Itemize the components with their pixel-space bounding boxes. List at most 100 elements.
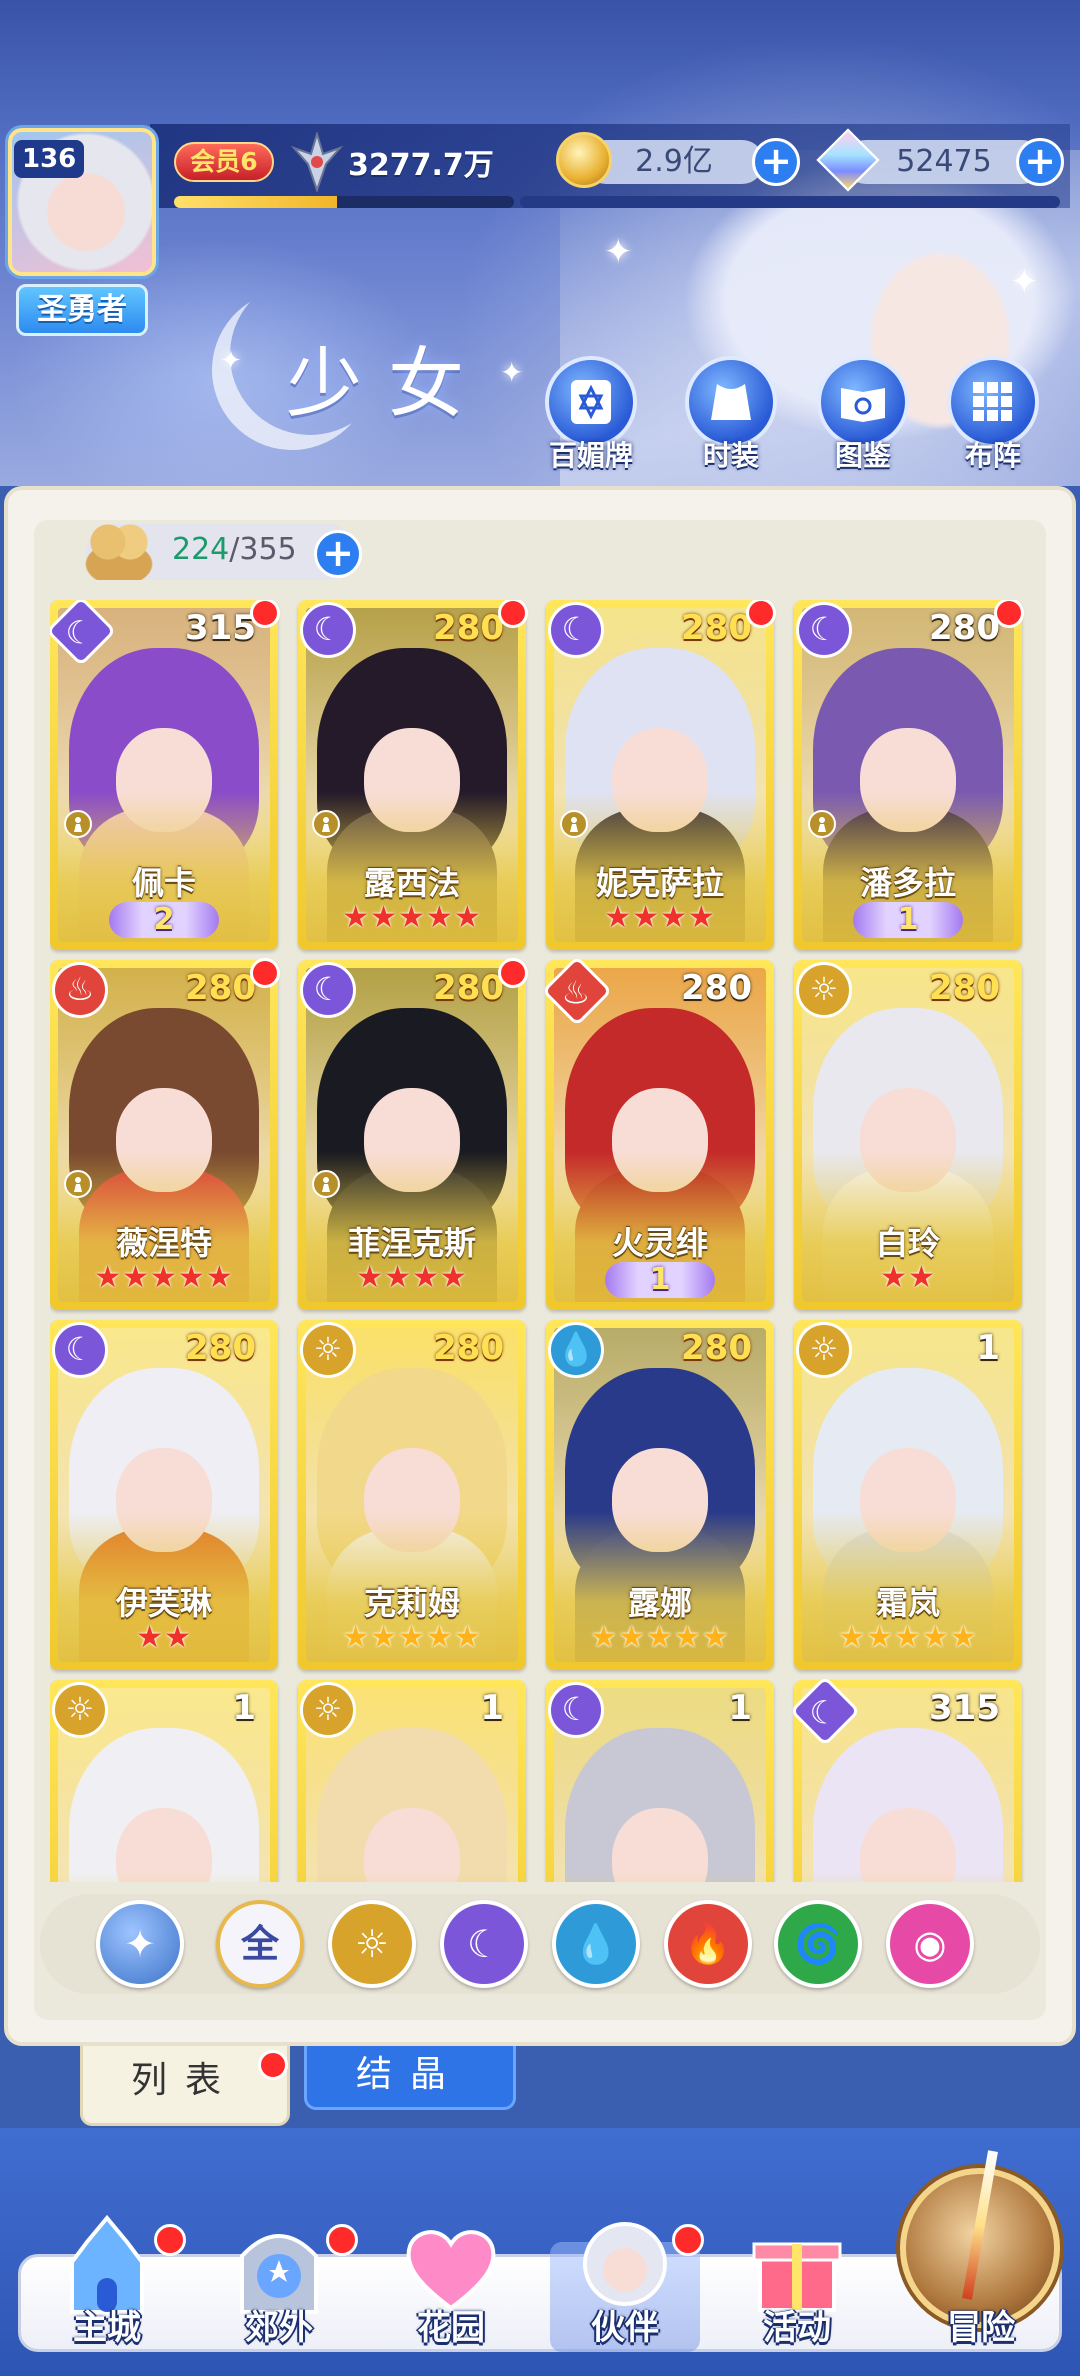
add-gems-button[interactable]: + <box>1016 138 1064 186</box>
all-filter-icon[interactable]: 全 <box>216 1900 304 1988</box>
menu-label: 时装 <box>702 439 759 472</box>
star-rating: ★★★★★ <box>590 1620 730 1655</box>
vip-badge[interactable]: 会员6 <box>174 142 274 182</box>
character-level: 280 <box>185 1328 256 1368</box>
awaken-wing-badge: 1 <box>605 1262 715 1298</box>
character-level: 280 <box>433 968 504 1008</box>
fire-element-icon[interactable]: 🔥 <box>664 1900 752 1988</box>
chess-pawn-icon <box>312 810 340 840</box>
fire-element-icon: ♨ <box>52 962 108 1018</box>
nav-item-castle[interactable]: 主城 <box>22 2200 192 2360</box>
chess-pawn-icon <box>312 1170 340 1200</box>
character-card[interactable]: ☼ 280 克莉姆 ★★★★★ <box>298 1320 526 1670</box>
menu-formation-button[interactable]: 布阵 <box>938 356 1048 484</box>
wind-element-icon[interactable]: 🌀 <box>774 1900 862 1988</box>
sword-power-icon <box>290 132 344 192</box>
sparkle-icon: ✦ <box>220 346 242 376</box>
awaken-wing-badge: 2 <box>109 902 219 938</box>
chess-pawn-icon <box>64 1170 92 1200</box>
element-symbol: ☾ <box>809 1693 838 1732</box>
player-title-badge[interactable]: 圣勇者 <box>16 284 148 336</box>
menu-hexagram-card-button[interactable]: 百媚牌 <box>536 356 646 484</box>
character-card[interactable]: ♨ 280 火灵绯 1 <box>541 955 774 1310</box>
page-title: 少女 <box>286 339 490 428</box>
nav-item-partner-avatar[interactable]: 伙伴 <box>540 2200 710 2360</box>
character-name: 薇涅特 <box>115 1224 212 1262</box>
character-level: 1 <box>728 1688 752 1728</box>
character-level: 280 <box>929 968 1000 1008</box>
character-card[interactable]: ☾ 280 菲涅克斯 ★★★★ <box>298 958 528 1310</box>
nav-label: 郊外 <box>245 2308 313 2348</box>
character-card[interactable]: ☾ 315 佩卡 2 <box>50 600 280 950</box>
character-grid[interactable]: ☾ 315 佩卡 2 ☾ 280 露西法 ★★★★★ ☾ 280 妮克萨拉 ★★★★ ☾ 280 潘多拉 1 ♨… <box>50 600 1030 1882</box>
adventure-button-label[interactable]: 冒险 <box>906 2300 1056 2349</box>
nav-item-portal[interactable]: 郊外 <box>194 2200 364 2360</box>
element-symbol: ☾ <box>313 970 343 1008</box>
element-symbol: 💧 <box>556 1330 596 1368</box>
star-rating: ★★★★★ <box>838 1620 978 1655</box>
character-card[interactable]: ☾ 315 <box>789 1675 1022 1882</box>
character-card[interactable]: ☼ 1 <box>50 1680 278 1882</box>
light-element-icon: ☼ <box>796 1322 852 1378</box>
expand-roster-button[interactable]: + <box>314 530 362 578</box>
character-card[interactable]: ♨ 280 薇涅特 ★★★★★ <box>50 958 280 1310</box>
character-card[interactable]: ☾ 1 <box>546 1680 774 1882</box>
character-card[interactable]: ☾ 280 露西法 ★★★★★ <box>298 600 528 950</box>
element-symbol: ♨ <box>561 973 590 1012</box>
notification-dot <box>498 958 528 988</box>
add-coins-button[interactable]: + <box>752 138 800 186</box>
portrait-gold-overlay <box>802 1872 1014 1882</box>
notification-dot <box>994 600 1024 628</box>
character-level: 280 <box>185 968 256 1008</box>
menu-label: 百媚牌 <box>548 439 633 472</box>
nav-item-heart[interactable]: 花园 <box>366 2200 536 2360</box>
menu-outfit-button[interactable]: 时装 <box>676 356 786 484</box>
arrow-up-star-icon[interactable]: ✦ <box>96 1900 184 1988</box>
bag-icon <box>84 520 154 580</box>
menu-label: 布阵 <box>964 439 1021 472</box>
character-card[interactable]: ☼ 280 白玲 ★★ <box>794 960 1022 1310</box>
element-symbol: ☾ <box>65 1330 95 1368</box>
sparkle-icon: ✦ <box>500 356 524 389</box>
water-element-icon: 💧 <box>548 1322 604 1378</box>
dark-element-icon: ☾ <box>52 1322 108 1378</box>
light-element-icon[interactable]: ☼ <box>328 1900 416 1988</box>
gold-coin-icon <box>556 132 612 188</box>
character-name: 露娜 <box>627 1584 692 1622</box>
menu-codex-button[interactable]: 图鉴 <box>808 356 918 484</box>
dark-element-icon[interactable]: ☾ <box>440 1900 528 1988</box>
light-element-icon: ☼ <box>796 962 852 1018</box>
character-card[interactable]: ☼ 1 <box>298 1680 526 1882</box>
light-element-icon: ☼ <box>52 1682 108 1738</box>
star-rating: ★★ <box>880 1260 936 1295</box>
awaken-wing-badge: 1 <box>853 902 963 938</box>
notification-dot <box>250 958 280 988</box>
exp-bar <box>174 196 514 208</box>
water-element-icon[interactable]: 💧 <box>552 1900 640 1988</box>
element-symbol: ☾ <box>561 1690 591 1728</box>
character-card[interactable]: ☾ 280 伊芙琳 ★★ <box>50 1320 278 1670</box>
character-level: 1 <box>232 1688 256 1728</box>
notification-dot <box>326 2224 358 2256</box>
character-level: 280 <box>929 608 1000 648</box>
light-element-icon: ☼ <box>300 1322 356 1378</box>
character-level: 280 <box>681 1328 752 1368</box>
star-rating: ★★★★ <box>604 900 716 935</box>
character-name: 露西法 <box>363 864 460 902</box>
character-card[interactable]: ☾ 280 潘多拉 1 <box>794 600 1024 950</box>
character-name: 妮克萨拉 <box>595 864 724 902</box>
tab-crystal[interactable]: 结晶 <box>304 2046 516 2110</box>
character-card[interactable]: ☼ 1 霜岚 ★★★★★ <box>794 1320 1022 1670</box>
element-symbol: ☾ <box>561 610 591 648</box>
dark-element-icon: ☾ <box>796 602 852 658</box>
character-card[interactable]: ☾ 280 妮克萨拉 ★★★★ <box>546 600 776 950</box>
character-card[interactable]: 💧 280 露娜 ★★★★★ <box>546 1320 774 1670</box>
element-symbol: ☼ <box>313 1330 343 1368</box>
element-symbol: ☾ <box>65 613 94 652</box>
player-level: 136 <box>14 140 85 178</box>
roster-count: 224/355 <box>172 532 297 567</box>
character-level: 280 <box>681 968 752 1008</box>
chaos-element-icon[interactable]: ◉ <box>886 1900 974 1988</box>
nav-item-gift-box[interactable]: 活动 <box>712 2200 882 2360</box>
element-symbol: ☼ <box>809 1330 839 1368</box>
